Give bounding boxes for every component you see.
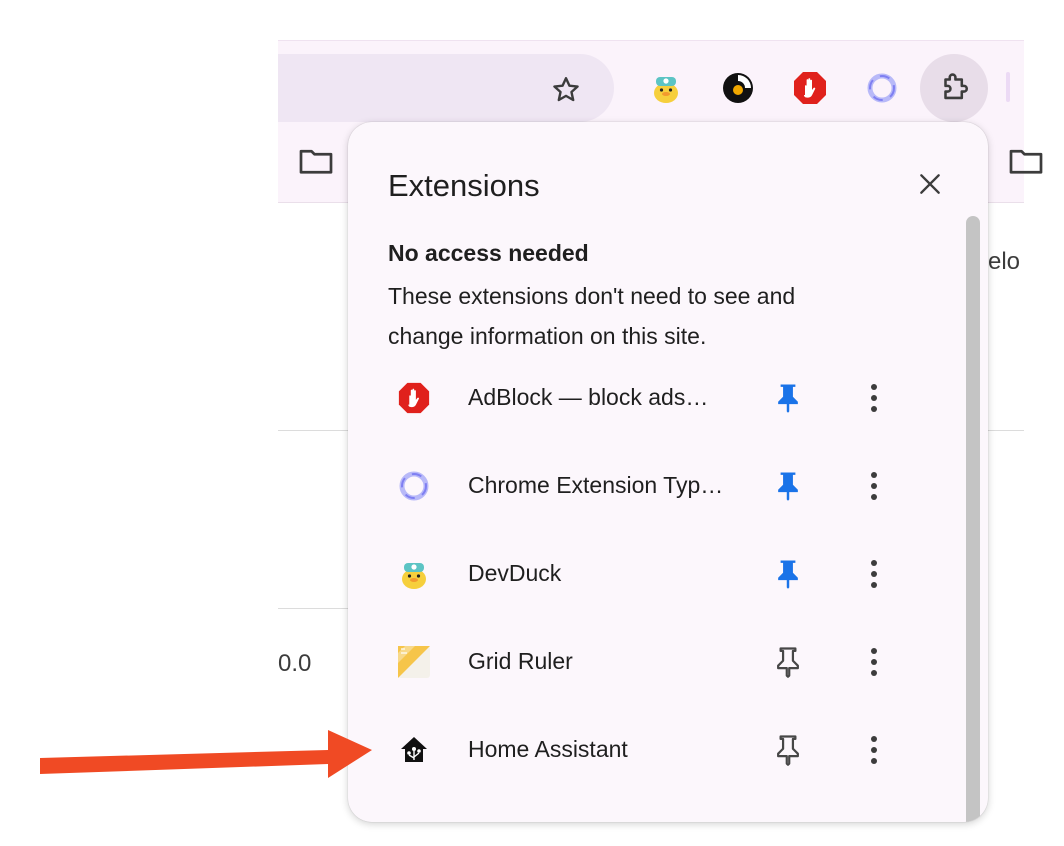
- extensions-puzzle-button[interactable]: [920, 54, 988, 122]
- extension-row-grid-ruler[interactable]: Grid Ruler: [348, 618, 948, 706]
- section-description: These extensions don't need to see and c…: [388, 283, 796, 349]
- annotation-arrow: [0, 700, 380, 815]
- folder-icon[interactable]: [1008, 146, 1044, 181]
- extension-name: DevDuck: [468, 560, 562, 586]
- pin-filled-icon: [778, 472, 798, 501]
- pin-filled-icon: [778, 560, 798, 589]
- more-options-button[interactable]: [854, 642, 894, 682]
- folder-icon[interactable]: [298, 146, 334, 181]
- pin-filled-icon: [778, 384, 798, 413]
- section-heading: No access needed: [388, 240, 589, 266]
- toolbar-edge-fragment: [1006, 72, 1010, 102]
- pin-outline-icon: [777, 735, 799, 766]
- pin-outline-icon: [777, 647, 799, 678]
- pin-button[interactable]: [768, 730, 808, 770]
- bookmark-star-icon[interactable]: [548, 72, 584, 108]
- more-options-button[interactable]: [854, 554, 894, 594]
- extensions-popup: Extensions No access needed These extens…: [348, 122, 988, 822]
- page-text-fragment: elo: [988, 248, 1021, 275]
- record-toolbar-icon[interactable]: [716, 66, 760, 110]
- extension-name: Grid Ruler: [468, 648, 573, 674]
- extension-name: AdBlock — block ads…: [468, 384, 709, 410]
- extension-row-devduck[interactable]: DevDuck: [348, 530, 948, 618]
- grid-ruler-icon: [396, 644, 432, 680]
- extension-row-chrome-extension[interactable]: Chrome Extension Typ…: [348, 442, 948, 530]
- adblock-toolbar-icon[interactable]: [788, 66, 832, 110]
- devduck-toolbar-icon[interactable]: [644, 66, 688, 110]
- extension-name: Home Assistant: [468, 736, 628, 762]
- puzzle-icon: [944, 73, 968, 100]
- extension-row-home-assistant[interactable]: Home Assistant: [348, 706, 948, 794]
- pin-button[interactable]: [768, 642, 808, 682]
- pin-button[interactable]: [768, 378, 808, 418]
- more-vert-icon: [871, 472, 877, 500]
- more-vert-icon: [871, 736, 877, 764]
- popup-title: Extensions: [388, 168, 540, 203]
- ring-toolbar-icon[interactable]: [860, 66, 904, 110]
- pin-button[interactable]: [768, 466, 808, 506]
- page-divider: [278, 608, 358, 609]
- extension-name: Chrome Extension Typ…: [468, 472, 724, 498]
- more-options-button[interactable]: [854, 378, 894, 418]
- close-button[interactable]: [912, 166, 948, 202]
- ring-icon: [396, 468, 432, 504]
- more-options-button[interactable]: [854, 730, 894, 770]
- close-icon: [920, 174, 940, 194]
- page-text-fragment: 0.0: [278, 650, 312, 677]
- adblock-icon: [396, 380, 432, 416]
- more-vert-icon: [871, 560, 877, 588]
- devduck-icon: [396, 556, 432, 592]
- pin-button[interactable]: [768, 554, 808, 594]
- more-vert-icon: [871, 648, 877, 676]
- home-assistant-icon: [396, 732, 432, 768]
- more-vert-icon: [871, 384, 877, 412]
- more-options-button[interactable]: [854, 466, 894, 506]
- extension-row-adblock[interactable]: AdBlock — block ads…: [348, 354, 948, 442]
- scrollbar-thumb[interactable]: [966, 216, 980, 822]
